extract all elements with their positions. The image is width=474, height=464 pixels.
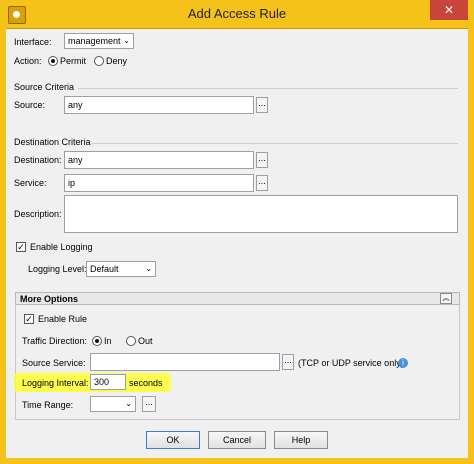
source-service-hint: (TCP or UDP service only) xyxy=(298,358,404,368)
close-button[interactable]: ✕ xyxy=(430,0,468,20)
time-range-select[interactable]: ⌄ xyxy=(90,396,136,412)
logging-interval-label: Logging Interval: xyxy=(22,378,89,388)
chevron-down-icon: ⌄ xyxy=(123,36,130,45)
source-criteria-heading: Source Criteria xyxy=(14,82,75,92)
divider xyxy=(92,143,458,144)
service-input[interactable]: ip xyxy=(64,174,254,192)
divider xyxy=(78,88,458,89)
direction-out-label: Out xyxy=(138,336,153,346)
time-range-browse-button[interactable]: ... xyxy=(142,396,156,412)
enable-rule-label: Enable Rule xyxy=(38,314,88,324)
window-frame-left xyxy=(0,28,6,464)
more-options-heading: More Options xyxy=(20,294,78,304)
enable-logging-checkbox[interactable]: ✓ xyxy=(16,242,26,252)
destination-browse-button[interactable]: ... xyxy=(256,152,268,168)
logging-level-select[interactable]: Default ⌄ xyxy=(86,261,156,277)
permit-radio[interactable] xyxy=(48,56,58,66)
chevron-down-icon: ⌄ xyxy=(125,399,132,408)
chevron-down-icon: ⌄ xyxy=(145,264,152,273)
direction-in-radio[interactable] xyxy=(92,336,102,346)
interface-label: Interface: xyxy=(14,37,52,47)
time-range-label: Time Range: xyxy=(22,400,74,410)
source-service-label: Source Service: xyxy=(22,358,86,368)
destination-input[interactable]: any xyxy=(64,151,254,169)
enable-rule-checkbox[interactable]: ✓ xyxy=(24,314,34,324)
window-frame-bottom xyxy=(0,458,474,464)
more-options-header[interactable] xyxy=(15,292,460,305)
destination-criteria-heading: Destination Criteria xyxy=(14,137,91,147)
logging-interval-unit: seconds xyxy=(129,378,163,388)
source-input[interactable]: any xyxy=(64,96,254,114)
service-browse-button[interactable]: ... xyxy=(256,175,268,191)
source-label: Source: xyxy=(14,100,46,110)
ok-button[interactable]: OK xyxy=(146,431,200,449)
description-textarea[interactable] xyxy=(64,195,458,233)
double-chevron-up-icon: ︽ xyxy=(442,295,450,302)
direction-in-label: In xyxy=(104,336,112,346)
logging-level-value: Default xyxy=(90,264,119,274)
cancel-button[interactable]: Cancel xyxy=(208,431,266,449)
service-label: Service: xyxy=(14,178,47,188)
interface-select[interactable]: management ⌄ xyxy=(64,33,134,49)
source-browse-button[interactable]: ... xyxy=(256,97,268,113)
permit-label: Permit xyxy=(60,56,87,66)
destination-label: Destination: xyxy=(14,155,62,165)
interface-value: management xyxy=(68,36,121,46)
info-icon[interactable]: i xyxy=(398,358,408,368)
window-title: Add Access Rule xyxy=(187,6,287,21)
source-service-browse-button[interactable]: ... xyxy=(282,354,294,370)
close-icon: ✕ xyxy=(443,3,455,17)
window-frame-right xyxy=(468,28,474,464)
logging-interval-input[interactable]: 300 xyxy=(90,374,126,390)
enable-logging-label: Enable Logging xyxy=(30,242,93,252)
description-label: Description: xyxy=(14,209,62,219)
deny-label: Deny xyxy=(106,56,128,66)
deny-radio[interactable] xyxy=(94,56,104,66)
help-button[interactable]: Help xyxy=(274,431,328,449)
logging-level-label: Logging Level: xyxy=(28,264,87,274)
action-label: Action: xyxy=(14,56,42,66)
source-service-input[interactable] xyxy=(90,353,280,371)
traffic-direction-label: Traffic Direction: xyxy=(22,336,88,346)
collapse-button[interactable]: ︽ xyxy=(440,293,452,304)
direction-out-radio[interactable] xyxy=(126,336,136,346)
